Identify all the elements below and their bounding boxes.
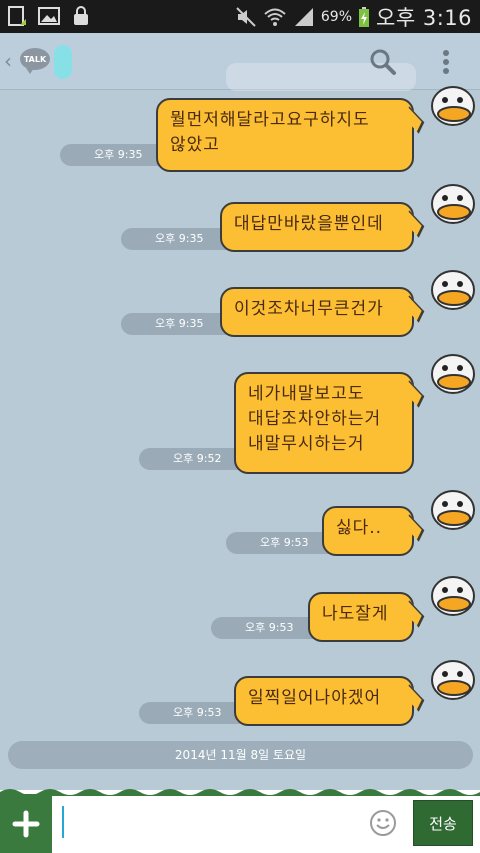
talk-logo[interactable]: TALK (20, 48, 50, 74)
chat-header: ‹ TALK (0, 33, 480, 91)
text-caret (62, 806, 64, 838)
message-bubble[interactable]: 이것조차너무큰건가 (220, 287, 414, 337)
download-icon (8, 6, 26, 26)
plus-icon (12, 810, 40, 837)
back-chevron-icon[interactable]: ‹ (4, 49, 12, 73)
message-bubble[interactable]: 대답만바랐을뿐인데 (220, 202, 414, 252)
duck-avatar-icon (431, 660, 475, 700)
message-bubble[interactable]: 일찍일어나야겠어 (234, 676, 414, 726)
status-bar: 69% 오후 3:16 (0, 0, 480, 33)
search-icon[interactable] (368, 47, 398, 77)
clock: 오후 3:16 (376, 5, 472, 30)
mute-icon (236, 6, 256, 27)
battery-percent: 69% (320, 8, 353, 25)
message-bubble[interactable]: 나도잘게 (308, 592, 414, 642)
wifi-icon (264, 8, 286, 26)
talk-logo-text: TALK (23, 54, 47, 64)
signal-icon (294, 7, 313, 26)
duck-avatar-icon (431, 576, 475, 616)
duck-avatar-icon (431, 354, 475, 394)
lock-icon (74, 6, 88, 25)
send-button[interactable]: 전송 (413, 800, 473, 846)
message-bubble[interactable]: 네가내말보고도 대답조차안하는거 내말무시하는거 (234, 372, 414, 474)
message-bubble[interactable]: 싫다.. (322, 506, 414, 556)
attach-button[interactable] (0, 794, 52, 853)
message-input[interactable] (56, 798, 356, 848)
battery-charging-icon (359, 6, 370, 27)
duck-avatar-icon (431, 270, 475, 310)
menu-dots-icon[interactable] (436, 47, 456, 77)
duck-avatar-icon (431, 86, 475, 126)
emoji-icon[interactable] (368, 808, 398, 838)
chat-name-redacted (54, 45, 72, 79)
gallery-icon (38, 7, 60, 25)
duck-avatar-icon (431, 490, 475, 530)
input-bar-wavy-edge (0, 789, 480, 796)
message-bubble[interactable]: 뭘먼저해달라고요구하지도 않았고 (156, 98, 414, 172)
duck-avatar-icon (431, 184, 475, 224)
date-divider: 2014년 11월 8일 토요일 (8, 741, 473, 769)
